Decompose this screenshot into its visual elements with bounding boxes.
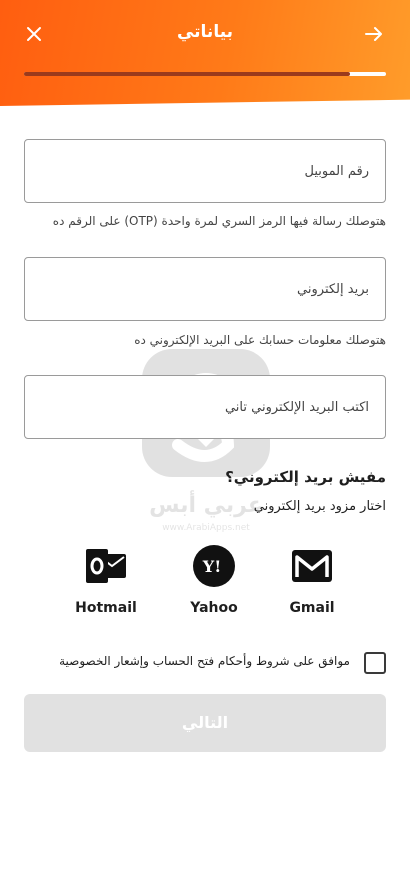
progress-bar-fill (24, 72, 350, 76)
page-title: بياناتي (176, 22, 234, 42)
hotmail-label: Hotmail (75, 600, 137, 616)
hotmail-icon (84, 544, 128, 588)
email-field[interactable] (24, 257, 386, 321)
no-email-subtitle: اختار مزود بريد إلكتروني (253, 499, 386, 514)
email-confirm-input[interactable] (25, 376, 385, 438)
email-hint: هتوصلك معلومات حسابك على البريد الإلكترو… (134, 333, 386, 347)
gmail-label: Gmail (289, 600, 335, 616)
watermark-url: www.ArabiApps.net (162, 523, 250, 533)
yahoo-provider-button[interactable]: Y! Yahoo (169, 544, 259, 616)
gmail-provider-button[interactable]: Gmail (267, 544, 357, 616)
gmail-icon (290, 544, 334, 588)
mobile-field[interactable] (24, 139, 386, 203)
yahoo-label: Yahoo (190, 600, 238, 616)
yahoo-icon: Y! (192, 544, 236, 588)
email-confirm-field[interactable] (24, 375, 386, 439)
arrow-right-icon[interactable] (362, 22, 386, 46)
progress-bar (24, 72, 386, 76)
next-button[interactable]: التالي (24, 694, 386, 752)
terms-row: موافق على شروط وأحكام فتح الحساب وإشعار … (24, 648, 386, 678)
email-input[interactable] (25, 258, 385, 320)
mobile-input[interactable] (25, 140, 385, 202)
header-bar: بياناتي (0, 0, 410, 106)
svg-text:Y!: Y! (202, 557, 221, 576)
hotmail-provider-button[interactable]: Hotmail (61, 544, 151, 616)
terms-checkbox[interactable] (364, 652, 386, 674)
no-email-title: مفيش بريد إلكتروني؟ (225, 468, 386, 486)
terms-label[interactable]: موافق على شروط وأحكام فتح الحساب وإشعار … (59, 654, 350, 668)
mobile-hint: هتوصلك رسالة فيها الرمز السري لمرة واحدة… (52, 214, 386, 228)
